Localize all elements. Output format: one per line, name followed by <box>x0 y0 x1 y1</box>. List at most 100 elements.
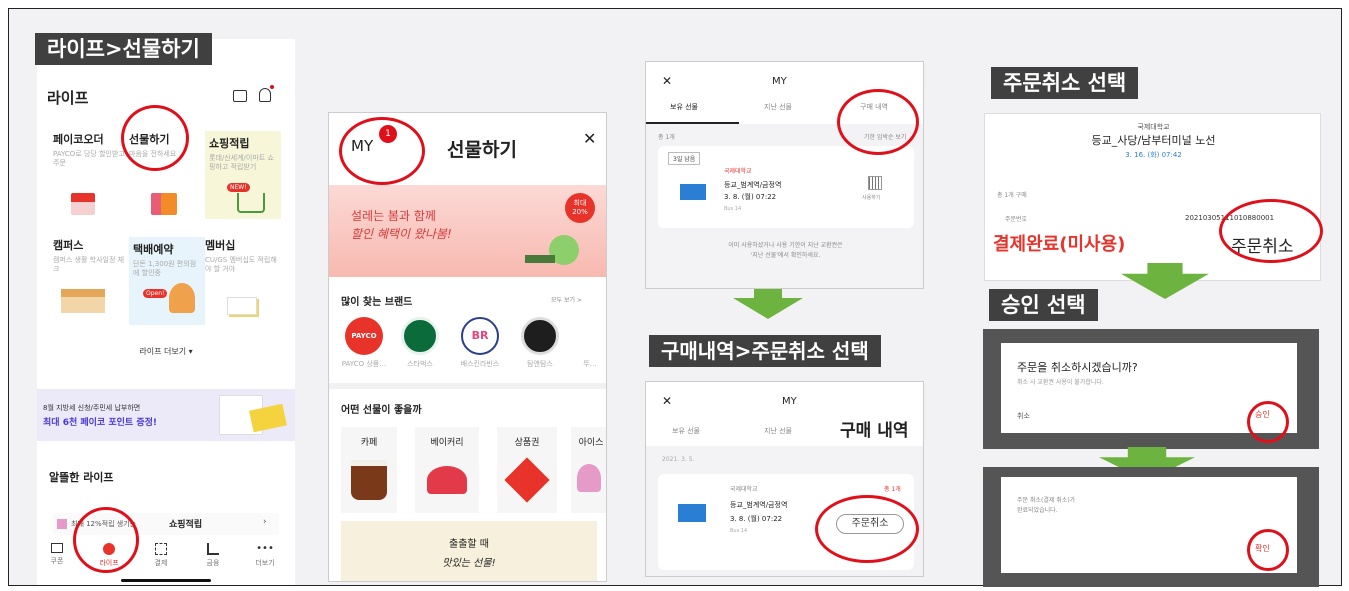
header-life-gift: 라이프>선물하기 <box>35 33 212 65</box>
tile-payco-order[interactable]: 페이코오더 PAYCO로 당당 할인받고 주문 <box>53 131 129 231</box>
issuer: 국제대학교 <box>724 168 752 175</box>
gift-title: 선물하기 <box>447 139 517 161</box>
tab-past[interactable]: 지난 선물 <box>764 102 792 112</box>
gift-card[interactable]: 3일 남음 국제대학교 등교_범계역/금정역 3. 8. (월) 07:22 B… <box>658 146 914 228</box>
bell-icon[interactable] <box>259 88 271 102</box>
brand-name: 배스킨라빈스 <box>460 360 500 368</box>
org: 국제대학교 <box>1137 123 1170 131</box>
tile-title: 택배예약 <box>133 243 174 256</box>
home-indicator <box>121 579 211 582</box>
promo-banner[interactable]: 8월 지방세 신청/주민세 납부하면 최대 6천 페이코 포인트 증정! <box>37 389 295 441</box>
bar-chart-icon <box>207 543 219 555</box>
brand-name: PAYCO 상품… <box>341 360 387 368</box>
figure-frame: 라이프 페이코오더 PAYCO로 당당 할인받고 주문 선물하기 마음을 전하세… <box>8 8 1342 587</box>
tile-title: 캠퍼스 <box>53 239 84 252</box>
starbucks-logo <box>401 317 439 355</box>
footer-banner[interactable]: 출출할 때 맛있는 선물! <box>341 521 597 581</box>
nav-pay[interactable]: 결제 <box>141 543 181 568</box>
highlight-nav-life <box>73 507 139 573</box>
nav-label: 금융 <box>206 559 220 567</box>
brand-name: 스타벅스 <box>407 360 433 368</box>
highlight-gift-tile <box>121 105 189 171</box>
new-badge: NEW! <box>227 183 250 192</box>
spring-banner[interactable]: 설레는 봄과 함께 할인 혜택이 왔나봄! 최대 20% <box>329 185 606 277</box>
brand-starbucks[interactable]: 스타벅스 <box>395 317 445 369</box>
category-label: 상품권 <box>514 438 540 448</box>
tomntoms-logo <box>521 317 559 355</box>
banner-line2: 최대 6천 페이코 포인트 증정! <box>43 418 157 428</box>
info-line1: 이미 사용하셨거나 사용 기한이 지난 교환권은 <box>728 242 843 249</box>
my-title: MY <box>772 76 787 87</box>
highlight-ok <box>1247 529 1289 571</box>
tile-campus[interactable]: 캠퍼스 캠퍼스 생활 학사일정 체크 <box>53 237 129 337</box>
header-purchase-cancel: 구매내역>주문취소 선택 <box>649 335 881 367</box>
ticket-icon <box>51 543 63 553</box>
product-name: 등교_범계역/금정역 <box>724 181 782 189</box>
close-icon[interactable]: ✕ <box>583 129 596 148</box>
voucher-icon <box>504 457 550 503</box>
tile-parcel[interactable]: 택배예약 단돈 1,300원 편의점에 할인중 Open! <box>129 237 205 325</box>
discount-badge: 최대 20% <box>565 193 595 223</box>
tile-sub: PAYCO로 당당 할인받고 주문 <box>53 150 125 167</box>
chevron-right-icon: › <box>263 517 267 527</box>
confirm-sub: 취소 시 교환권 사용이 불가합니다. <box>1017 379 1104 386</box>
tab-purchases[interactable]: 구매 내역 <box>840 416 908 441</box>
brand-payco[interactable]: PAYCO PAYCO 상품… <box>339 317 389 369</box>
tab-past[interactable]: 지난 선물 <box>764 426 792 436</box>
count: 총 1개 <box>884 486 901 493</box>
issuer: 국제대학교 <box>730 486 758 493</box>
barcode-label: 사용하기 <box>862 195 881 201</box>
dialog-cancel-button[interactable]: 취소 <box>1017 411 1030 421</box>
nav-coupon[interactable]: 쿠폰 <box>37 543 77 566</box>
cake-icon <box>427 466 467 494</box>
payment-status: 결제완료(미사용) <box>993 234 1126 255</box>
coffee-cup-icon <box>351 460 387 500</box>
footer-line2: 맛있는 선물! <box>442 558 496 569</box>
category-ice[interactable]: 아이스 <box>571 427 606 513</box>
category-bakery[interactable]: 베이커리 <box>415 427 479 513</box>
brands-more-link[interactable]: 모두 보기 > <box>551 295 582 304</box>
category-cafe[interactable]: 카페 <box>341 427 397 513</box>
date-row: 2021. 3. 5. <box>662 456 695 463</box>
brands-title: 많이 찾는 브랜드 <box>341 297 413 308</box>
fox-icon <box>169 283 195 313</box>
footer-line1: 출출할 때 <box>449 539 489 550</box>
tile-shopping[interactable]: 쇼핑적립 롯데/신세계/이마트 쇼핑하고 적립받기 NEW! <box>205 131 281 219</box>
nav-more[interactable]: ••• 더보기 <box>245 543 285 568</box>
close-icon[interactable]: ✕ <box>662 74 672 88</box>
life-title: 라이프 <box>47 89 89 107</box>
brand-name: 뚜… <box>583 360 597 368</box>
campus-building-icon <box>61 289 105 313</box>
category-label: 카페 <box>360 438 378 448</box>
tile-membership[interactable]: 멤버십 CU/GS 멤버십도 적립해야 할 거야 <box>205 237 281 337</box>
banner-line1: 8월 지방세 신청/주민세 납부하면 <box>43 404 141 412</box>
done-line2: 완료되었습니다. <box>1017 507 1058 514</box>
brand-name: 탐앤탐스 <box>527 360 553 368</box>
category-label: 아이스 <box>578 438 604 448</box>
tab-owned[interactable]: 보유 선물 <box>670 102 698 112</box>
category-voucher[interactable]: 상품권 <box>497 427 557 513</box>
brand-partial[interactable]: 뚜… <box>573 317 606 369</box>
cart-icon <box>237 193 265 213</box>
barcode-icon[interactable] <box>868 176 882 190</box>
membership-card-icon <box>227 297 257 315</box>
payco-logo: PAYCO <box>345 317 383 355</box>
tile-title: 멤버십 <box>205 239 236 252</box>
more-dots-icon: ••• <box>256 543 274 554</box>
ticket-thumb-icon <box>678 504 706 522</box>
brand-tomntoms[interactable]: 탐앤탐스 <box>515 317 565 369</box>
life-more-link[interactable]: 라이프 더보기 ▾ <box>37 346 295 357</box>
brand-baskin[interactable]: BR 배스킨라빈스 <box>455 317 505 369</box>
header-order-cancel: 주문취소 선택 <box>991 67 1139 99</box>
close-icon[interactable]: ✕ <box>662 394 672 408</box>
count: 총 1개 <box>658 134 675 141</box>
nav-label: 결제 <box>154 559 168 567</box>
nav-finance[interactable]: 금융 <box>193 543 233 568</box>
bookmark-icon[interactable] <box>233 90 247 102</box>
tab-owned[interactable]: 보유 선물 <box>672 426 700 436</box>
banner-line1: 설레는 봄과 함께 <box>351 209 436 223</box>
ticket-thumb-icon <box>680 184 706 200</box>
route: 등교_사당/남부터미널 노선 <box>1091 134 1216 147</box>
highlight-approve <box>1247 401 1289 443</box>
notification-dot <box>270 85 274 89</box>
